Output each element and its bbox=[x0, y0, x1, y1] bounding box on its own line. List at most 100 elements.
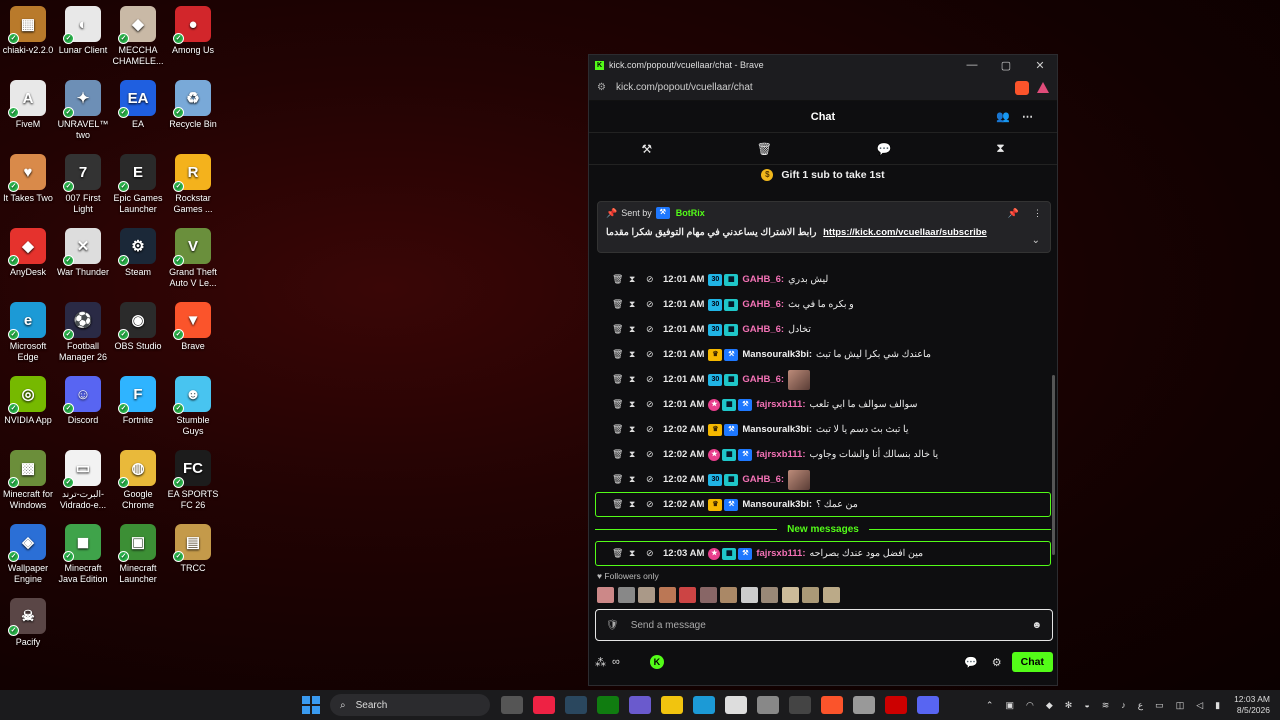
timeout-icon[interactable]: ⧗ bbox=[629, 499, 646, 510]
message-username[interactable]: Mansouralk3bi: bbox=[742, 349, 812, 360]
tray-app-icon[interactable]: ◒ bbox=[1084, 700, 1089, 710]
message-username[interactable]: Mansouralk3bi: bbox=[742, 424, 812, 435]
desktop-icon[interactable]: ◐ ✓ Lunar Client bbox=[55, 6, 111, 56]
emote[interactable] bbox=[822, 587, 840, 603]
desktop-icon[interactable]: ◆ ✓ AnyDesk bbox=[0, 228, 56, 278]
desktop-icon[interactable]: ▤ ✓ TRCC bbox=[165, 524, 221, 574]
ban-icon[interactable]: ⊘ bbox=[646, 424, 663, 435]
hammer-icon[interactable]: ⚒ bbox=[641, 142, 652, 156]
desktop-icon[interactable]: E ✓ Epic Games Launcher bbox=[110, 154, 166, 215]
timeout-icon[interactable]: ⧗ bbox=[629, 274, 646, 285]
edge-taskbar-icon[interactable] bbox=[693, 696, 715, 714]
delete-message-icon[interactable]: 🗑 bbox=[612, 349, 629, 360]
desktop-icon[interactable]: ● ✓ Among Us bbox=[165, 6, 221, 56]
timeout-icon[interactable]: ⧗ bbox=[629, 324, 646, 335]
ban-icon[interactable]: ⊘ bbox=[646, 374, 663, 385]
timeout-icon[interactable]: ⧗ bbox=[629, 299, 646, 310]
hourglass-icon[interactable]: ⧗ bbox=[996, 141, 1004, 156]
chat-bubble-icon[interactable]: 💬 bbox=[964, 656, 978, 669]
emote[interactable] bbox=[658, 587, 676, 603]
app-taskbar-icon[interactable] bbox=[757, 696, 779, 714]
desktop-icon[interactable]: F ✓ Fortnite bbox=[110, 376, 166, 426]
store-taskbar-icon[interactable] bbox=[725, 696, 747, 714]
delete-message-icon[interactable]: 🗑 bbox=[612, 274, 629, 285]
taskbar-search[interactable]: ⌕ Search bbox=[330, 694, 490, 716]
timeout-icon[interactable]: ⧗ bbox=[629, 349, 646, 360]
desktop-icon[interactable]: ☺ ✓ Discord bbox=[55, 376, 111, 426]
ban-icon[interactable]: ⊘ bbox=[646, 474, 663, 485]
desktop-icon[interactable]: V ✓ Grand Theft Auto V Le... bbox=[165, 228, 221, 289]
desktop-icon[interactable]: ♻ ✓ Recycle Bin bbox=[165, 80, 221, 130]
gift-sub-banner[interactable]: $ Gift 1 sub to take 1st bbox=[589, 165, 1057, 185]
timeout-icon[interactable]: ⧗ bbox=[629, 424, 646, 435]
desktop-icon[interactable]: ▼ ✓ Brave bbox=[165, 302, 221, 352]
delete-message-icon[interactable]: 🗑 bbox=[612, 424, 629, 435]
desktop-icon[interactable]: A ✓ FiveM bbox=[0, 80, 56, 130]
ban-icon[interactable]: ⊘ bbox=[646, 548, 663, 559]
emote[interactable] bbox=[781, 587, 799, 603]
message-username[interactable]: GAHB_6: bbox=[742, 474, 784, 485]
message-username[interactable]: fajrsxb111: bbox=[756, 548, 805, 559]
users-icon[interactable]: 👥 bbox=[996, 111, 1022, 123]
pinned-more-icon[interactable]: ⋮ bbox=[1033, 208, 1042, 219]
ban-icon[interactable]: ⊘ bbox=[646, 449, 663, 460]
trash-icon[interactable]: 🗑 bbox=[757, 142, 772, 156]
chat-message[interactable]: 🗑 ⧗ ⊘ 12:02 AM ♛ ⚒ Mansouralk3bi: يا تبث بث دسم… bbox=[595, 417, 1051, 442]
chat-scrollbar[interactable] bbox=[1052, 375, 1055, 555]
ban-icon[interactable]: ⊘ bbox=[646, 299, 663, 310]
message-input-placeholder[interactable]: Send a message bbox=[631, 620, 1032, 631]
desktop-icon[interactable]: ▣ ✓ Minecraft Launcher bbox=[110, 524, 166, 585]
network-icon[interactable]: ◫ bbox=[1176, 700, 1185, 711]
delete-message-icon[interactable]: 🗑 bbox=[612, 299, 629, 310]
ban-icon[interactable]: ⊘ bbox=[646, 324, 663, 335]
message-username[interactable]: fajrsxb111: bbox=[756, 449, 805, 460]
headset-icon[interactable]: ◠ bbox=[1026, 700, 1034, 711]
desktop-icon[interactable]: ▭ ✓ البرت-ترند-Vidrado-e... bbox=[55, 450, 111, 511]
chevron-down-icon[interactable]: ⌄ bbox=[1032, 235, 1040, 246]
site-info-icon[interactable]: ⚙ bbox=[597, 82, 606, 93]
chat-message[interactable]: 🗑 ⧗ ⊘ 12:01 AM 30 ▦ GAHB_6: و بكره ما في بث bbox=[595, 292, 1051, 317]
windows-start-icon[interactable] bbox=[302, 696, 320, 714]
input-language-label[interactable]: ع bbox=[1138, 700, 1143, 711]
chat-bubble-icon[interactable]: 💬 bbox=[877, 142, 892, 156]
desktop-icon[interactable]: ⚙ ✓ Steam bbox=[110, 228, 166, 278]
maximize-button[interactable]: ▢ bbox=[989, 59, 1023, 72]
timeout-icon[interactable]: ⧗ bbox=[629, 399, 646, 410]
brave-taskbar-icon[interactable] bbox=[821, 696, 843, 714]
kick-points-icon[interactable]: ⁂ bbox=[595, 656, 606, 669]
more-options-icon[interactable]: ⋯ bbox=[1022, 111, 1045, 123]
delete-message-icon[interactable]: 🗑 bbox=[612, 324, 629, 335]
emote[interactable] bbox=[597, 587, 614, 603]
url-text[interactable]: kick.com/popout/vcuellaar/chat bbox=[616, 82, 1009, 93]
delete-message-icon[interactable]: 🗑 bbox=[612, 374, 629, 385]
desktop-icon[interactable]: ◆ ✓ MECCHA CHAMELE... bbox=[110, 6, 166, 67]
microphone-icon[interactable]: ♪ bbox=[1121, 700, 1126, 710]
delete-message-icon[interactable]: 🗑 bbox=[612, 499, 629, 510]
desktop-icon[interactable]: ◍ ✓ Google Chrome bbox=[110, 450, 166, 511]
unpin-icon[interactable]: 📌 bbox=[1008, 208, 1019, 219]
message-input-box[interactable]: 🛡 Send a message ☻ bbox=[595, 609, 1053, 641]
chat-message[interactable]: 🗑 ⧗ ⊘ 12:01 AM 30 ▦ GAHB_6: تخادل bbox=[595, 317, 1051, 342]
timeout-icon[interactable]: ⧗ bbox=[629, 374, 646, 385]
desktop-icon[interactable]: EA ✓ EA bbox=[110, 80, 166, 130]
emote[interactable] bbox=[617, 587, 635, 603]
chat-message[interactable]: 🗑 ⧗ ⊘ 12:01 AM 30 ▦ GAHB_6: ليش بدري bbox=[595, 267, 1051, 292]
emote[interactable] bbox=[638, 587, 655, 603]
volume-icon[interactable]: ◁ bbox=[1196, 700, 1203, 711]
desktop-icon[interactable]: ☻ ✓ Stumble Guys bbox=[165, 376, 221, 437]
wifi-icon[interactable]: ≋ bbox=[1102, 700, 1110, 711]
desktop-icon[interactable]: ♥ ✓ It Takes Two bbox=[0, 154, 56, 204]
chat-message[interactable]: 🗑 ⧗ ⊘ 12:02 AM ♛ ⚒ Mansouralk3bi: من عمك ؟ bbox=[595, 492, 1051, 517]
steam-taskbar-icon[interactable] bbox=[565, 696, 587, 714]
task-view-icon[interactable] bbox=[501, 696, 523, 714]
app-taskbar-icon[interactable] bbox=[789, 696, 811, 714]
desktop-icon[interactable]: ⚽ ✓ Football Manager 26 bbox=[55, 302, 111, 363]
message-username[interactable]: GAHB_6: bbox=[742, 274, 784, 285]
settings-gear-icon[interactable]: ⚙ bbox=[992, 656, 1002, 669]
fivem-taskbar-icon[interactable] bbox=[533, 696, 555, 714]
ban-icon[interactable]: ⊘ bbox=[646, 349, 663, 360]
tray-app-icon[interactable]: ✻ bbox=[1065, 700, 1073, 711]
ban-icon[interactable]: ⊘ bbox=[646, 499, 663, 510]
desktop-icon[interactable]: ☠ ✓ Pacify bbox=[0, 598, 56, 648]
message-username[interactable]: GAHB_6: bbox=[742, 324, 784, 335]
